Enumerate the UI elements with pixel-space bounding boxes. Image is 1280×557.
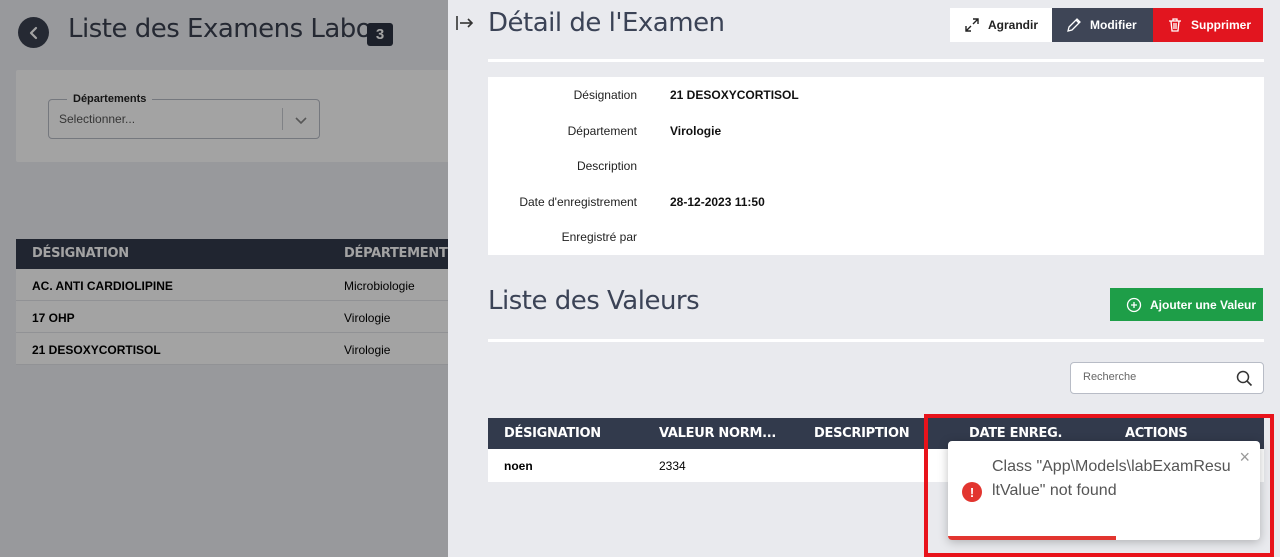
modal-backdrop[interactable] [0,0,448,557]
field-value-date: 28-12-2023 11:50 [670,195,765,209]
toast-message: Class "App\Models\labExamResultValue" no… [992,458,1231,499]
add-value-button[interactable]: Ajouter une Valeur [1110,288,1263,321]
collapse-panel-icon[interactable] [455,14,475,32]
search-field[interactable] [1070,362,1264,394]
field-label-date: Date d'enregistrement [519,195,637,209]
column-header-valeur[interactable]: VALEUR NORM... [659,426,776,441]
expand-button-label: Agrandir [988,18,1039,32]
field-value-departement: Virologie [670,124,722,138]
field-label-departement: Département [567,124,637,138]
cell-valeur: 2334 [659,459,686,473]
detail-title: Détail de l'Examen [488,8,725,38]
cell-designation: noen [504,459,533,473]
divider [488,339,1264,342]
column-header-designation[interactable]: DÉSIGNATION [504,426,601,441]
expand-icon [965,18,979,32]
divider [488,59,1264,62]
error-icon: ! [962,482,982,502]
close-icon[interactable]: × [1239,448,1250,466]
search-input[interactable] [1083,371,1233,383]
pencil-icon [1067,18,1081,32]
expand-button[interactable]: Agrandir [950,8,1052,42]
field-label-registered-by: Enregistré par [561,230,637,244]
delete-button-label: Supprimer [1191,18,1252,32]
column-header-description[interactable]: DESCRIPTION [814,426,910,441]
edit-button-label: Modifier [1090,18,1137,32]
add-value-label: Ajouter une Valeur [1150,297,1257,312]
detail-card: Désignation 21 DESOXYCORTISOL Départemen… [488,77,1264,255]
edit-button[interactable]: Modifier [1052,8,1153,42]
plus-circle-icon [1126,297,1142,312]
values-section-title: Liste des Valeurs [488,286,700,316]
field-label-designation: Désignation [573,88,637,102]
toast-progress-bar [948,536,1117,540]
error-toast[interactable]: ! Class "App\Models\labExamResultValue" … [948,441,1260,540]
field-label-description: Description [576,159,637,173]
search-icon[interactable] [1236,370,1253,387]
field-value-designation: 21 DESOXYCORTISOL [670,88,799,102]
trash-icon [1169,18,1181,32]
delete-button[interactable]: Supprimer [1153,8,1263,42]
